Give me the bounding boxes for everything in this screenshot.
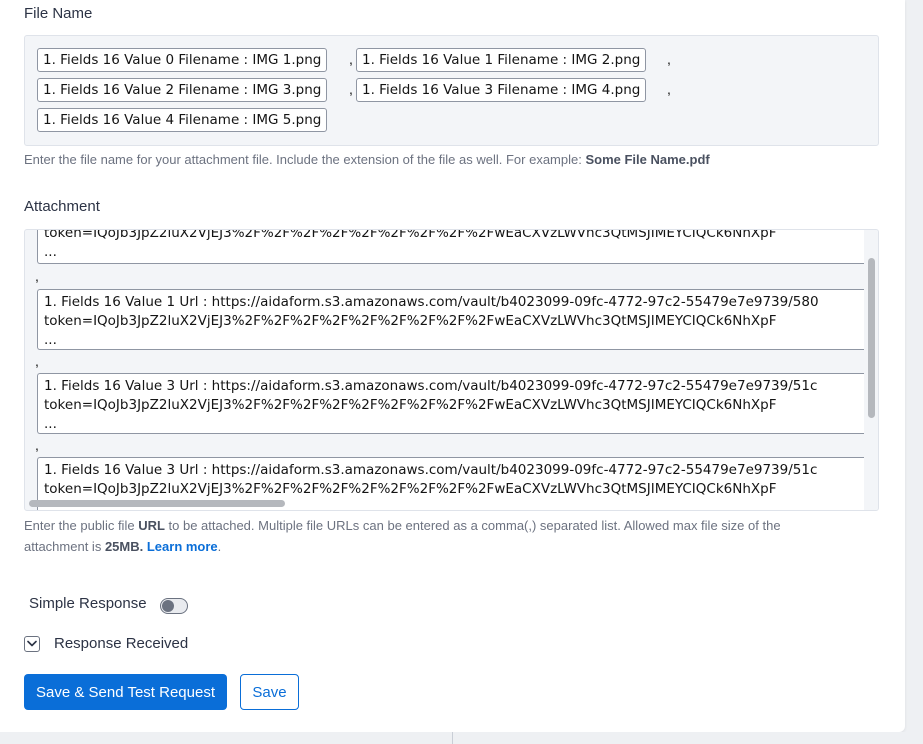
url-separator: ,	[35, 353, 39, 369]
url-separator: ,	[35, 268, 39, 284]
file-name-help: Enter the file name for your attachment …	[24, 149, 710, 170]
url-chip-line: token=IQoJb3JpZ2luX2VjEJ3%2F%2F%2F%2F%2F…	[44, 313, 777, 329]
file-name-chip[interactable]: 1. Fields 16 Value 3 Filename : IMG 4.pn…	[356, 78, 647, 102]
url-chip-line: token=IQoJb3JpZ2luX2VjEJ3%2F%2F%2F%2F%2F…	[44, 229, 777, 241]
simple-response-toggle[interactable]	[160, 598, 188, 614]
attachment-help-text: .	[217, 539, 222, 554]
save-button[interactable]: Save	[240, 674, 299, 710]
url-separator: ,	[35, 437, 39, 453]
file-name-help-text: Enter the file name for your attachment …	[24, 152, 586, 167]
file-name-chip[interactable]: 1. Fields 16 Value 4 Filename : IMG 5.pn…	[37, 108, 328, 132]
attachment-help: Enter the public file URL to be attached…	[24, 515, 781, 557]
url-chip-line: token=IQoJb3JpZ2luX2VjEJ3%2F%2F%2F%2F%2F…	[44, 481, 777, 497]
url-chip-ellipsis: ...	[44, 416, 57, 432]
attachment-tag-input[interactable]: token=IQoJb3JpZ2luX2VjEJ3%2F%2F%2F%2F%2F…	[24, 229, 879, 511]
file-name-chip[interactable]: 1. Fields 16 Value 0 Filename : IMG 1.pn…	[37, 48, 328, 72]
request-settings-panel: File Name 1. Fields 16 Value 0 Filename …	[0, 0, 905, 732]
checkmark-icon	[27, 640, 37, 647]
attachment-scroll-area[interactable]: token=IQoJb3JpZ2luX2VjEJ3%2F%2F%2F%2F%2F…	[25, 230, 878, 510]
chip-separator: ,	[349, 81, 353, 97]
url-chip-line: token=IQoJb3JpZ2luX2VjEJ3%2F%2F%2F%2F%2F…	[44, 397, 777, 413]
learn-more-link[interactable]: Learn more	[147, 539, 218, 554]
attachment-url-chip[interactable]: token=IQoJb3JpZ2luX2VjEJ3%2F%2F%2F%2F%2F…	[37, 229, 871, 264]
chip-separator: ,	[667, 51, 671, 67]
url-chip-ellipsis: ...	[44, 244, 57, 260]
attachment-help-size: 25MB.	[104, 539, 144, 554]
file-name-help-example: Some File Name.pdf	[585, 152, 710, 167]
attachment-url-chip[interactable]: 1. Fields 16 Value 3 Url : https://aidaf…	[37, 373, 871, 434]
file-name-chip[interactable]: 1. Fields 16 Value 1 Filename : IMG 2.pn…	[356, 48, 647, 72]
attachment-help-text: Enter the public file	[24, 518, 139, 533]
url-chip-line: 1. Fields 16 Value 1 Url : https://aidaf…	[44, 294, 819, 310]
file-name-chip[interactable]: 1. Fields 16 Value 2 Filename : IMG 3.pn…	[37, 78, 328, 102]
file-name-tag-input[interactable]: 1. Fields 16 Value 0 Filename : IMG 1.pn…	[24, 35, 879, 146]
horizontal-scrollbar-thumb[interactable]	[29, 500, 285, 507]
chip-separator: ,	[349, 51, 353, 67]
response-received-checkbox[interactable]	[24, 636, 40, 652]
toggle-knob	[162, 600, 174, 612]
url-chip-ellipsis: ...	[44, 332, 57, 348]
url-chip-line: 1. Fields 16 Value 3 Url : https://aidaf…	[44, 378, 818, 394]
page-background	[0, 732, 923, 744]
response-received-label: Response Received	[54, 635, 189, 652]
save-and-send-test-request-button[interactable]: Save & Send Test Request	[24, 674, 227, 710]
column-divider	[452, 732, 453, 744]
file-name-label: File Name	[24, 5, 93, 22]
url-chip-line: 1. Fields 16 Value 3 Url : https://aidaf…	[44, 462, 818, 478]
vertical-scrollbar-track[interactable]	[864, 230, 878, 510]
attachment-help-url: URL	[138, 518, 165, 533]
simple-response-label: Simple Response	[29, 595, 147, 612]
chip-separator: ,	[667, 81, 671, 97]
attachment-url-chip[interactable]: 1. Fields 16 Value 1 Url : https://aidaf…	[37, 289, 871, 350]
vertical-scrollbar-thumb[interactable]	[868, 258, 875, 418]
attachment-help-text: attachment is	[24, 539, 105, 554]
attachment-label: Attachment	[24, 198, 100, 215]
attachment-help-text: to be attached. Multiple file URLs can b…	[164, 518, 781, 533]
